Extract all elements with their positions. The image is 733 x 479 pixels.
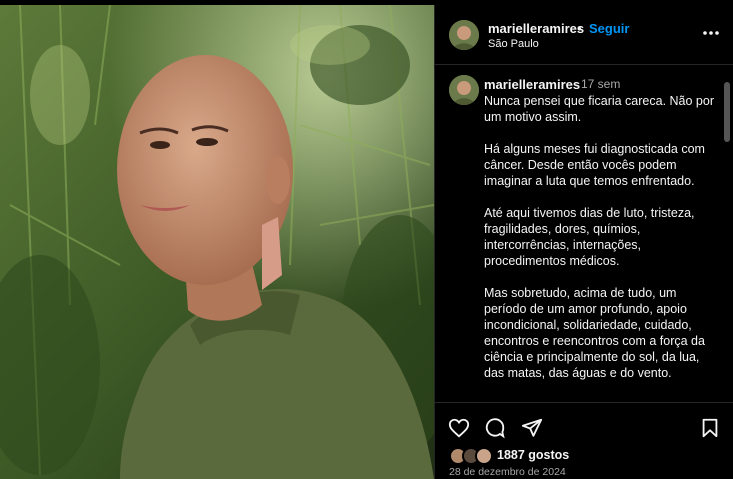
separator-dot: • [577, 21, 582, 36]
post-photo[interactable] [0, 5, 434, 479]
caption-paragraph: Mas sobretudo, acima de tudo, um período… [484, 286, 705, 380]
bookmark-icon[interactable] [699, 417, 721, 439]
caption-scrollbar[interactable] [724, 82, 730, 142]
post-actions: 1887 gostos 28 de dezembro de 2024 [435, 403, 733, 479]
heart-icon[interactable] [448, 417, 470, 439]
post-image [0, 5, 434, 479]
location-link[interactable]: São Paulo [488, 38, 539, 50]
post-date[interactable]: 28 de dezembro de 2024 [449, 466, 566, 478]
caption-time[interactable]: 17 sem [581, 77, 620, 91]
avatar[interactable] [449, 20, 479, 50]
caption-section[interactable]: marielleramires 17 sem Nunca pensei que … [435, 66, 733, 403]
caption-paragraph: Até aqui tivemos dias de luto, tristeza,… [484, 206, 695, 268]
caption-username[interactable]: marielleramires [484, 77, 580, 92]
caption-paragraph: Há alguns meses fui diagnosticada com câ… [484, 142, 705, 188]
more-horizontal-icon[interactable] [701, 23, 721, 43]
instagram-post-modal: marielleramires • Seguir São Paulo marie… [0, 0, 733, 479]
follow-button[interactable]: Seguir [589, 21, 629, 36]
send-icon[interactable] [521, 417, 543, 439]
post-header: marielleramires • Seguir São Paulo [435, 5, 733, 65]
likes-count[interactable]: 1887 gostos [497, 448, 569, 462]
comment-icon[interactable] [484, 417, 506, 439]
caption-text: Nunca pensei que ficaria careca. Não por… [484, 93, 714, 397]
username-link[interactable]: marielleramires [488, 21, 584, 36]
post-sidebar: marielleramires • Seguir São Paulo marie… [434, 5, 733, 479]
avatar[interactable] [449, 75, 479, 105]
caption-paragraph: Nunca pensei que ficaria careca. Não por… [484, 94, 714, 124]
avatar [475, 447, 493, 465]
